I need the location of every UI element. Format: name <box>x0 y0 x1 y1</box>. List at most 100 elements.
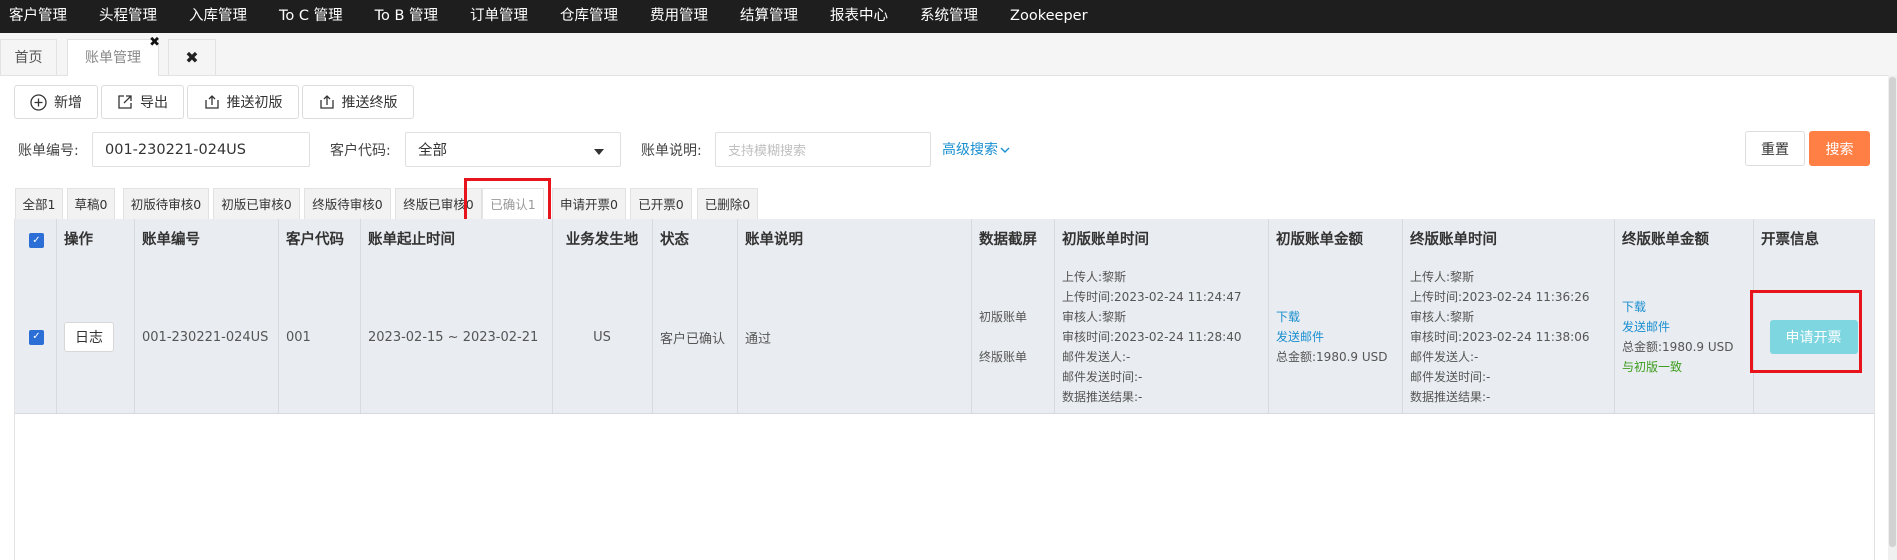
first-total-amount: 总金额:1980.9 USD <box>1276 350 1388 364</box>
row-bill-period: 2023-02-15 ~ 2023-02-21 <box>368 329 539 345</box>
bill-table: ✓ 操作 账单编号 客户代码 账单起止时间 业务发生地 状态 账单说明 数据截屏… <box>14 219 1875 560</box>
chevron-down-icon <box>1000 147 1010 153</box>
nav-settlement[interactable]: 结算管理 <box>731 0 813 33</box>
bill-no-label: 账单编号: <box>18 143 79 159</box>
row-status: 客户已确认 <box>660 331 726 347</box>
nav-orders[interactable]: 订单管理 <box>461 0 543 33</box>
header-screenshot: 数据截屏 <box>979 232 1037 248</box>
checkbox-checked-icon[interactable]: ✓ <box>29 329 44 345</box>
upload-icon <box>204 95 219 109</box>
customer-code-label: 客户代码: <box>330 143 391 159</box>
column-divider <box>360 219 361 413</box>
push-first-button[interactable]: 推送初版 <box>187 85 299 119</box>
status-tab-first-approved[interactable]: 初版已审核0 <box>213 188 300 220</box>
status-tab-first-pending[interactable]: 初版待审核0 <box>123 188 209 220</box>
status-tab-all[interactable]: 全部1 <box>15 188 63 220</box>
first-uploader: 上传人:黎斯 <box>1062 270 1127 284</box>
final-download-link[interactable]: 下载 <box>1622 297 1646 317</box>
header-status: 状态 <box>660 232 689 248</box>
column-divider <box>552 219 553 413</box>
first-push-result: 数据推送结果:- <box>1062 390 1143 404</box>
final-uploader: 上传人:黎斯 <box>1410 270 1475 284</box>
nav-system[interactable]: 系统管理 <box>911 0 993 33</box>
column-divider <box>1614 219 1615 413</box>
plus-circle-icon <box>30 93 47 111</box>
first-email-time: 邮件发送时间:- <box>1062 370 1143 384</box>
column-divider <box>737 219 738 413</box>
header-customer-code: 客户代码 <box>286 232 344 248</box>
upload-icon <box>319 95 334 109</box>
tab-strip: 首页 账单管理 ✖ ✖ <box>0 33 1897 76</box>
status-tab-invoice-requested[interactable]: 申请开票0 <box>552 188 626 220</box>
column-divider <box>278 219 279 413</box>
column-divider <box>1268 219 1269 413</box>
caret-down-icon <box>594 149 604 155</box>
add-button[interactable]: 新增 <box>14 85 98 119</box>
first-send-email-link[interactable]: 发送邮件 <box>1276 327 1324 347</box>
final-reviewer: 审核人:黎斯 <box>1410 310 1475 324</box>
top-nav: 客户管理 头程管理 入库管理 To C 管理 To B 管理 订单管理 仓库管理… <box>0 0 1897 33</box>
close-icon[interactable]: ✖ <box>149 36 160 50</box>
column-divider <box>56 219 57 413</box>
add-label: 新增 <box>54 95 82 111</box>
nav-zookeeper[interactable]: Zookeeper <box>1001 0 1102 33</box>
nav-first-leg[interactable]: 头程管理 <box>90 0 172 33</box>
nav-to-b[interactable]: To B 管理 <box>366 0 453 33</box>
first-email-sender: 邮件发送人:- <box>1062 350 1131 364</box>
close-icon: ✖ <box>185 48 199 67</box>
table-header: ✓ 操作 账单编号 客户代码 账单起止时间 业务发生地 状态 账单说明 数据截屏… <box>15 219 1874 262</box>
final-bill-link[interactable]: 终版账单 <box>979 347 1027 367</box>
log-button[interactable]: 日志 <box>64 322 114 352</box>
page-scrollbar[interactable] <box>1888 75 1897 560</box>
final-total-amount: 总金额:1980.9 USD <box>1622 340 1734 354</box>
header-location: 业务发生地 <box>565 232 639 248</box>
row-first-time-cell: 上传人:黎斯 上传时间:2023-02-24 11:24:47 审核人:黎斯 审… <box>1054 261 1268 413</box>
header-final-amount: 终版账单金额 <box>1622 232 1709 248</box>
nav-inbound[interactable]: 入库管理 <box>180 0 262 33</box>
status-tab-invoiced[interactable]: 已开票0 <box>630 188 692 220</box>
tab-bill-label: 账单管理 <box>85 50 141 66</box>
push-first-label: 推送初版 <box>226 95 283 111</box>
nav-warehouse[interactable]: 仓库管理 <box>551 0 633 33</box>
first-bill-link[interactable]: 初版账单 <box>979 307 1027 327</box>
column-divider <box>134 219 135 413</box>
export-button[interactable]: 导出 <box>101 85 184 119</box>
final-email-sender: 邮件发送人:- <box>1410 350 1479 364</box>
nav-to-c[interactable]: To C 管理 <box>270 0 358 33</box>
checkbox-checked-icon[interactable]: ✓ <box>29 233 44 248</box>
table-row: ✓ 日志 001-230221-024US 001 2023-02-15 ~ 2… <box>15 261 1874 414</box>
bill-desc-label: 账单说明: <box>641 143 702 159</box>
status-tab-deleted[interactable]: 已删除0 <box>697 188 758 220</box>
search-button[interactable]: 搜索 <box>1809 131 1870 166</box>
first-download-link[interactable]: 下载 <box>1276 307 1300 327</box>
row-final-amount-cell: 下载 发送邮件 总金额:1980.9 USD 与初版一致 <box>1614 261 1753 413</box>
close-all-tabs-button[interactable]: ✖ <box>168 39 216 75</box>
nav-reports[interactable]: 报表中心 <box>821 0 903 33</box>
final-push-result: 数据推送结果:- <box>1410 390 1491 404</box>
header-bill-period: 账单起止时间 <box>368 232 455 248</box>
consistent-with-first-label: 与初版一致 <box>1622 360 1683 374</box>
reset-button[interactable]: 重置 <box>1745 131 1805 166</box>
column-divider <box>652 219 653 413</box>
bill-desc-input[interactable]: 支持模糊搜索 <box>715 132 931 167</box>
push-final-button[interactable]: 推送终版 <box>302 85 414 119</box>
tab-home[interactable]: 首页 <box>0 39 57 75</box>
advanced-search-link[interactable]: 高级搜索 <box>942 139 1010 159</box>
final-send-email-link[interactable]: 发送邮件 <box>1622 317 1670 337</box>
bill-no-input[interactable]: 001-230221-024US <box>92 132 310 167</box>
row-select-cell: ✓ <box>15 261 56 413</box>
row-final-time-cell: 上传人:黎斯 上传时间:2023-02-24 11:36:26 审核人:黎斯 审… <box>1402 261 1614 413</box>
header-bill-no: 账单编号 <box>142 232 200 248</box>
first-review-time: 审核时间:2023-02-24 11:28:40 <box>1062 330 1242 344</box>
customer-code-select[interactable]: 全部 <box>405 132 621 167</box>
nav-fees[interactable]: 费用管理 <box>641 0 723 33</box>
status-tab-draft[interactable]: 草稿0 <box>67 188 115 220</box>
tab-bill-management[interactable]: 账单管理 ✖ <box>67 36 160 76</box>
scrollbar-thumb[interactable] <box>1889 77 1896 547</box>
first-upload-time: 上传时间:2023-02-24 11:24:47 <box>1062 290 1242 304</box>
row-bill-desc: 通过 <box>745 331 772 347</box>
push-final-label: 推送终版 <box>341 95 398 111</box>
status-tab-final-pending[interactable]: 终版待审核0 <box>304 188 391 220</box>
header-select-all[interactable]: ✓ <box>15 219 56 261</box>
nav-customer[interactable]: 客户管理 <box>0 0 82 33</box>
